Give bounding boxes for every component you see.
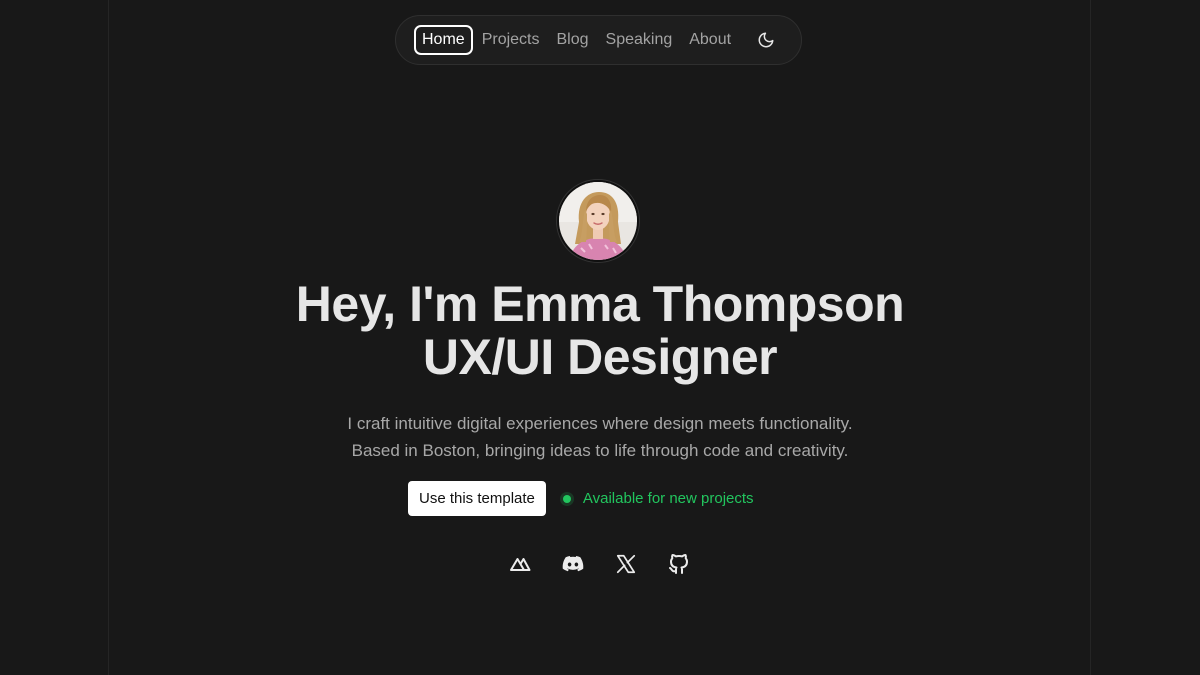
nuxt-icon (510, 558, 531, 571)
hero-title: Hey, I'm Emma Thompson UX/UI Designer (0, 278, 1200, 384)
x-link[interactable] (613, 551, 639, 577)
hero-title-line-1: Hey, I'm Emma Thompson (295, 276, 905, 332)
availability-status: Available for new projects (562, 490, 754, 507)
nav-item-blog[interactable]: Blog (549, 25, 595, 55)
discord-icon (562, 556, 584, 572)
nuxt-link[interactable] (507, 551, 533, 577)
github-icon (669, 554, 688, 574)
nav-item-home[interactable]: Home (414, 25, 473, 55)
status-text: Available for new projects (582, 490, 754, 507)
theme-toggle-button[interactable] (755, 29, 777, 51)
moon-icon (758, 32, 774, 48)
hero-description-line-2: Based in Boston, bringing ideas to life … (351, 441, 849, 460)
nav-item-projects[interactable]: Projects (475, 25, 547, 55)
social-links (507, 551, 692, 577)
avatar (556, 179, 640, 263)
avatar-photo (559, 182, 637, 260)
hero-description-line-1: I craft intuitive digital experiences wh… (347, 414, 853, 433)
top-navigation: Home Projects Blog Speaking About (395, 15, 802, 65)
cta-row: Use this template Available for new proj… (408, 481, 754, 516)
discord-link[interactable] (560, 551, 586, 577)
page: Home Projects Blog Speaking About Hey, I… (0, 0, 1200, 675)
nav-item-about[interactable]: About (682, 25, 738, 55)
nav-item-speaking[interactable]: Speaking (599, 25, 680, 55)
hero-title-line-2: UX/UI Designer (422, 329, 778, 385)
use-template-button[interactable]: Use this template (408, 481, 546, 516)
github-link[interactable] (666, 551, 692, 577)
hero-description: I craft intuitive digital experiences wh… (0, 410, 1200, 464)
status-dot-icon (562, 494, 571, 503)
x-icon (616, 554, 636, 574)
